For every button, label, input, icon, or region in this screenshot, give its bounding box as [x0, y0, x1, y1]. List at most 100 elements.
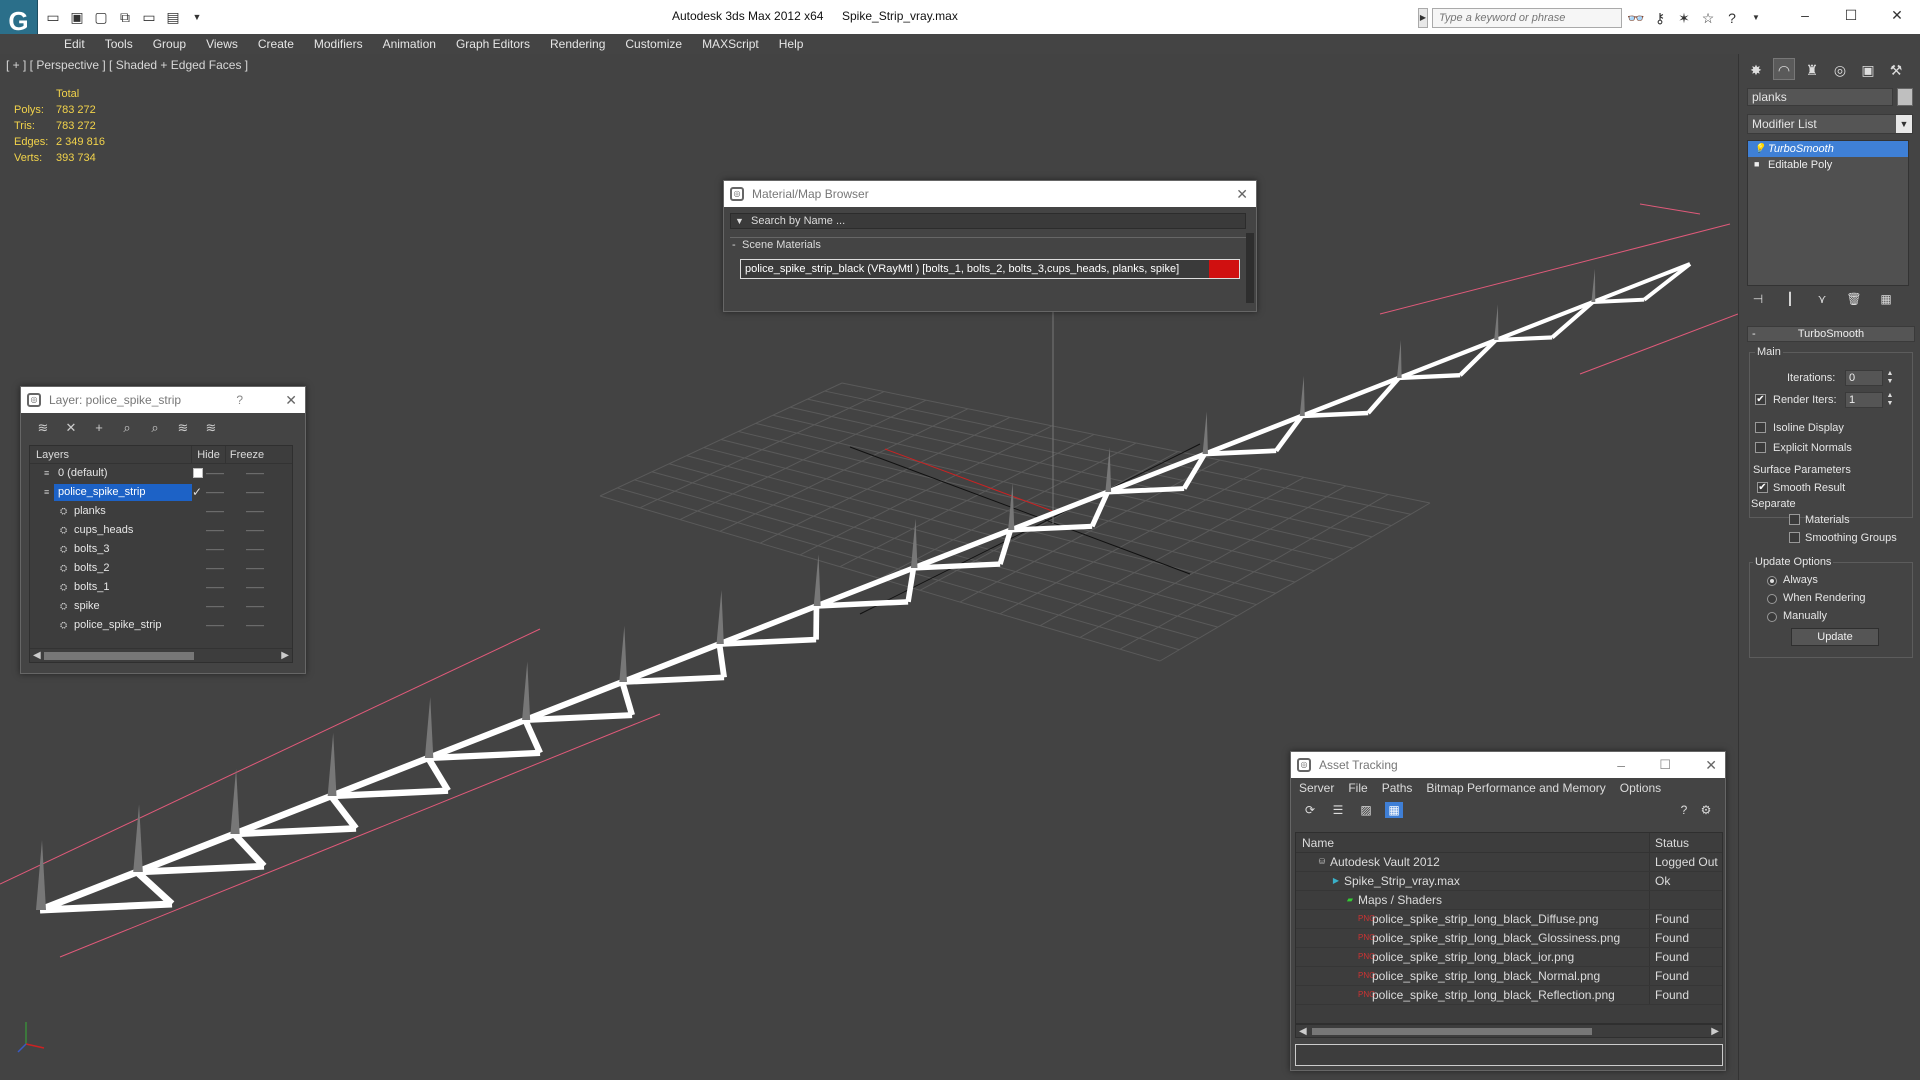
hide-toggle[interactable]: ——	[206, 464, 224, 483]
layer-row[interactable]: ⛭ spike —— ——	[30, 597, 292, 616]
modifier-stack-item[interactable]: ■ Editable Poly	[1748, 157, 1908, 173]
close-icon[interactable]: ✕	[1705, 752, 1717, 778]
create-icon[interactable]: ✸	[1745, 58, 1767, 80]
redo-icon[interactable]: ▭	[140, 8, 158, 26]
add-selection-icon[interactable]: +	[89, 419, 109, 437]
layers-column-header[interactable]: Layers	[30, 446, 192, 463]
help-icon[interactable]: ?	[236, 387, 243, 413]
close-button[interactable]: ✕	[1874, 0, 1920, 30]
modifier-stack-item[interactable]: 💡 TurboSmooth	[1748, 141, 1908, 157]
layer-row[interactable]: ⛭ planks —— ——	[30, 502, 292, 521]
hierarchy-icon[interactable]: ♜	[1801, 58, 1823, 80]
minimize-button[interactable]: –	[1782, 0, 1828, 30]
modifier-list-dropdown[interactable]: Modifier List ▼	[1747, 114, 1913, 134]
thumbnail-view-icon[interactable]: ▨	[1357, 802, 1375, 818]
separate-smoothing-groups-checkbox[interactable]	[1789, 532, 1800, 543]
help-icon[interactable]: ?	[1675, 802, 1693, 818]
asset-row[interactable]: ⛁ Autodesk Vault 2012 Logged Out	[1296, 853, 1722, 872]
active-layer-check-icon[interactable]: ✓	[192, 483, 202, 502]
utilities-icon[interactable]: ⚒	[1885, 58, 1907, 80]
freeze-toggle[interactable]: ——	[246, 578, 264, 597]
menu-create[interactable]: Create	[248, 34, 304, 54]
close-icon[interactable]: ✕	[1236, 181, 1248, 207]
table-view-icon[interactable]: ▦	[1385, 802, 1403, 818]
freeze-toggle[interactable]: ——	[246, 464, 264, 483]
menu-edit[interactable]: Edit	[54, 34, 95, 54]
render-iters-spin-arrows-icon[interactable]: ▲ ▼	[1885, 392, 1895, 408]
material-browser-scrollbar[interactable]	[1246, 233, 1254, 303]
favorites-star-icon[interactable]: ☆	[1698, 8, 1718, 28]
maximize-button[interactable]: ☐	[1828, 0, 1874, 30]
menu-rendering[interactable]: Rendering	[540, 34, 615, 54]
smooth-result-checkbox[interactable]: ✔	[1757, 482, 1768, 493]
asset-row[interactable]: ▶ Spike_Strip_vray.max Ok	[1296, 872, 1722, 891]
menu-group[interactable]: Group	[143, 34, 196, 54]
hide-toggle[interactable]: ——	[206, 597, 224, 616]
make-unique-icon[interactable]: ⋎	[1811, 290, 1833, 308]
hide-column-header[interactable]: Hide	[192, 446, 226, 463]
menu-tools[interactable]: Tools	[95, 34, 143, 54]
asset-menu-file[interactable]: File	[1348, 781, 1367, 795]
minimize-icon[interactable]: –	[1617, 752, 1625, 778]
material-browser-titlebar[interactable]: ◎ Material/Map Browser ✕	[724, 181, 1256, 207]
close-icon[interactable]: ✕	[285, 387, 297, 413]
keyword-search-input[interactable]	[1432, 8, 1622, 28]
menu-maxscript[interactable]: MAXScript	[692, 34, 769, 54]
update-manually-radio[interactable]	[1767, 612, 1777, 622]
asset-menu-bitmap-performance-and-memory[interactable]: Bitmap Performance and Memory	[1426, 781, 1605, 795]
save-icon[interactable]: ▣	[68, 8, 86, 26]
hide-all-icon[interactable]: ≋	[173, 419, 193, 437]
hide-toggle[interactable]: ——	[206, 521, 224, 540]
key-icon[interactable]: ⚷	[1650, 8, 1670, 28]
asset-tracking-titlebar[interactable]: ◎ Asset Tracking – ☐ ✕	[1291, 752, 1725, 778]
isoline-display-checkbox[interactable]	[1755, 422, 1766, 433]
scroll-right-icon[interactable]: ▶	[281, 649, 289, 663]
layer-row[interactable]: ⛭ bolts_1 —— ——	[30, 578, 292, 597]
menu-views[interactable]: Views	[196, 34, 248, 54]
layer-row[interactable]: ⛭ police_spike_strip —— ——	[30, 616, 292, 635]
chevron-down-icon[interactable]: ▼	[1896, 115, 1912, 133]
highlight-layer-icon[interactable]: ⌕	[145, 419, 165, 437]
freeze-toggle[interactable]: ——	[246, 521, 264, 540]
layer-row[interactable]: ⛭ bolts_3 —— ——	[30, 540, 292, 559]
menu-customize[interactable]: Customize	[615, 34, 692, 54]
display-icon[interactable]: ▣	[1857, 58, 1879, 80]
expand-icon[interactable]: ■	[1754, 160, 1763, 169]
update-button[interactable]: Update	[1791, 628, 1879, 646]
lightbulb-icon[interactable]: 💡	[1754, 144, 1765, 153]
scroll-right-icon[interactable]: ▶	[1711, 1025, 1719, 1039]
asset-row[interactable]: PNG police_spike_strip_long_black_Normal.…	[1296, 967, 1722, 986]
menu-modifiers[interactable]: Modifiers	[304, 34, 373, 54]
select-objects-icon[interactable]: ⌕	[117, 419, 137, 437]
explicit-normals-checkbox[interactable]	[1755, 442, 1766, 453]
turbosmooth-rollout-header[interactable]: - TurboSmooth	[1747, 326, 1915, 342]
freeze-toggle[interactable]: ——	[246, 597, 264, 616]
material-search-input[interactable]: ▼ Search by Name ...	[730, 213, 1246, 229]
layer-row[interactable]: ⛭ cups_heads —— ——	[30, 521, 292, 540]
asset-row[interactable]: PNG police_spike_strip_long_black_Reflect…	[1296, 986, 1722, 1005]
iterations-spinner[interactable]: 0	[1845, 370, 1883, 386]
hide-toggle[interactable]: ——	[206, 559, 224, 578]
name-column-header[interactable]: Name	[1296, 833, 1650, 852]
binoculars-icon[interactable]: 👓	[1626, 8, 1646, 28]
motion-icon[interactable]: ◎	[1829, 58, 1851, 80]
menu-help[interactable]: Help	[769, 34, 814, 54]
layer-row[interactable]: ⛭ bolts_2 —— ——	[30, 559, 292, 578]
modifier-stack[interactable]: 💡 TurboSmooth ■ Editable Poly	[1747, 140, 1909, 286]
asset-row[interactable]: PNG police_spike_strip_long_black_ior.png…	[1296, 948, 1722, 967]
menu-graph-editors[interactable]: Graph Editors	[446, 34, 540, 54]
pin-stack-icon[interactable]: ⊣	[1747, 290, 1769, 308]
hide-toggle[interactable]: ——	[206, 578, 224, 597]
scroll-thumb[interactable]	[1312, 1028, 1592, 1035]
separate-materials-checkbox[interactable]	[1789, 514, 1800, 525]
status-column-header[interactable]: Status	[1650, 833, 1722, 852]
object-color-swatch[interactable]	[1897, 88, 1913, 106]
show-end-result-icon[interactable]: ┃	[1779, 290, 1801, 308]
material-list-item[interactable]: police_spike_strip_black (VRayMtl ) [bol…	[740, 259, 1240, 279]
update-always-radio[interactable]	[1767, 576, 1777, 586]
create-layer-icon[interactable]: ≋	[33, 419, 53, 437]
scroll-left-icon[interactable]: ◀	[33, 649, 41, 663]
subscription-icon[interactable]: ✶	[1674, 8, 1694, 28]
configure-modifier-sets-icon[interactable]: ▦	[1875, 290, 1897, 308]
project-icon[interactable]: ▤	[164, 8, 182, 26]
